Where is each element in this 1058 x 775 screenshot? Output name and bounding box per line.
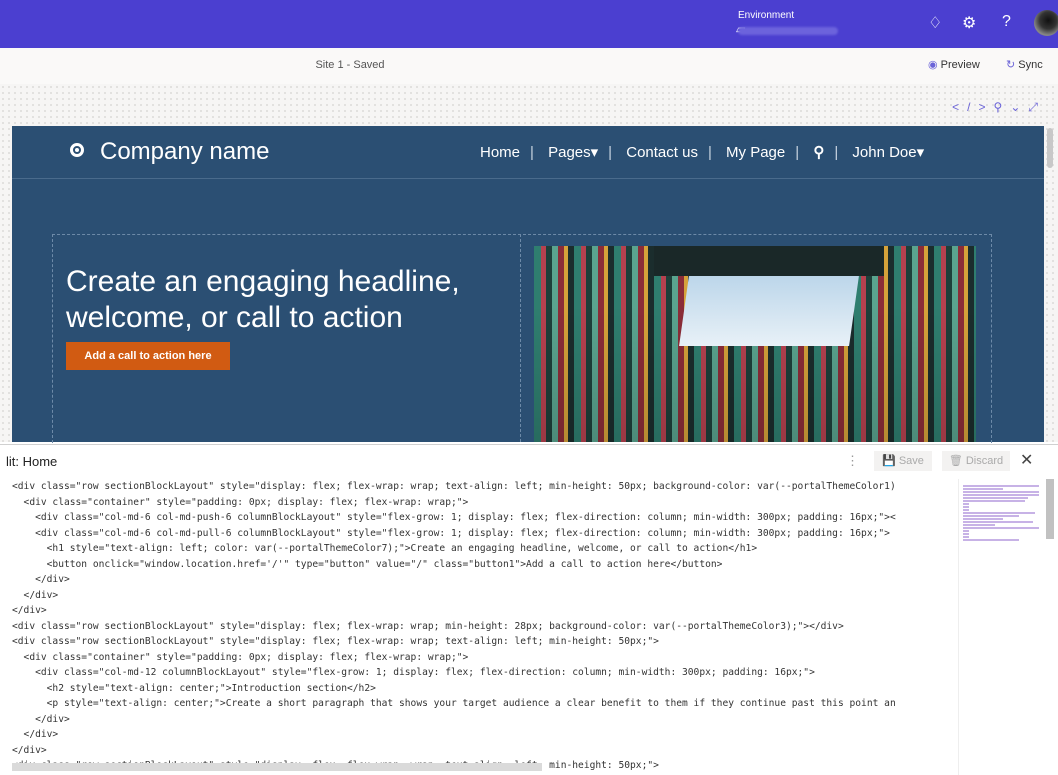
code-line[interactable]: <div class="col-md-12 columnBlockLayout"… xyxy=(12,665,956,681)
sync-button[interactable]: ↻ Sync xyxy=(1006,58,1043,71)
site-navbar: Company name Home | Pages▾ | Contact us | M… xyxy=(12,126,1044,179)
sync-icon: ↻ xyxy=(1006,59,1016,71)
top-bar: ▱ Environment ♢ ⚙ ? xyxy=(0,0,1058,48)
search-icon[interactable]: ⚲ xyxy=(813,144,824,161)
minimap-line xyxy=(963,494,1039,496)
editor-header: lit: Home ⋮ 💾 Save 🗑 Discard ✕ xyxy=(0,445,1058,477)
minimap-line xyxy=(963,533,969,535)
company-name[interactable]: Company name xyxy=(100,138,269,166)
chevron-down-icon[interactable]: ⌄ xyxy=(1010,100,1028,114)
code-line[interactable]: </div> xyxy=(12,588,956,604)
editor-horizontal-scrollbar[interactable] xyxy=(12,763,542,771)
minimap-line xyxy=(963,521,1033,523)
preview-button[interactable]: ◉ Preview xyxy=(928,58,980,71)
code-line[interactable]: <p style="text-align: center;">Create a … xyxy=(12,696,956,712)
nav-home[interactable]: Home xyxy=(480,144,520,161)
minimap-line xyxy=(963,485,1039,487)
help-icon[interactable]: ? xyxy=(1002,13,1011,31)
editor-vertical-scrollbar[interactable] xyxy=(1046,479,1054,539)
save-icon: 💾 xyxy=(882,455,896,467)
code-minimap[interactable] xyxy=(958,479,1043,775)
minimap-line xyxy=(963,524,995,526)
minimap-line xyxy=(963,488,1003,490)
code-line[interactable]: </div> xyxy=(12,712,956,728)
image-sky xyxy=(679,276,859,346)
gear-icon[interactable]: ⚙ xyxy=(962,13,976,33)
bell-icon[interactable]: ♢ xyxy=(928,13,942,33)
code-line[interactable]: <div class="col-md-6 col-md-push-6 colum… xyxy=(12,510,956,526)
code-line[interactable]: <div class="col-md-6 col-md-pull-6 colum… xyxy=(12,526,956,542)
site-status: Site 1 - Saved xyxy=(315,59,385,71)
minimap-line xyxy=(963,491,1039,493)
minimap-line xyxy=(963,536,969,538)
minimap-line xyxy=(963,500,1025,502)
sync-label: Sync xyxy=(1018,59,1043,71)
minimap-line xyxy=(963,509,969,511)
code-line[interactable]: </div> xyxy=(12,603,956,619)
command-bar: Site 1 - Saved ◉ Preview ↻ Sync xyxy=(0,48,1058,85)
code-line[interactable]: <div class="row sectionBlockLayout" styl… xyxy=(12,634,956,650)
avatar[interactable] xyxy=(1034,10,1058,36)
code-line[interactable]: <div class="row sectionBlockLayout" styl… xyxy=(12,619,956,635)
editor-title: lit: Home xyxy=(6,454,58,469)
minimap-line xyxy=(963,518,1003,520)
close-icon[interactable]: ✕ xyxy=(1020,450,1033,470)
hero-column-divider xyxy=(520,234,521,442)
code-line[interactable]: <div class="container" style="padding: 0… xyxy=(12,650,956,666)
nav-user-menu[interactable]: John Doe▾ xyxy=(852,144,924,161)
environment-selector[interactable]: Environment xyxy=(738,10,838,35)
code-line[interactable]: </div> xyxy=(12,572,956,588)
environment-name-blurred xyxy=(738,27,838,35)
code-line[interactable]: <div class="row sectionBlockLayout" styl… xyxy=(12,479,956,495)
site-menu: Home | Pages▾ | Contact us | My Page | ⚲ | Jo… xyxy=(480,144,925,161)
code-line[interactable]: <div class="container" style="padding: 0… xyxy=(12,495,956,511)
code-text[interactable]: <div class="row sectionBlockLayout" styl… xyxy=(12,479,956,775)
more-options-icon[interactable]: ⋮ xyxy=(846,453,859,469)
cta-button[interactable]: Add a call to action here xyxy=(66,342,230,370)
minimap-line xyxy=(963,503,969,505)
save-label: Save xyxy=(898,455,924,467)
discard-button[interactable]: 🗑 Discard xyxy=(942,451,1010,471)
expand-icon[interactable]: ⤢ xyxy=(1028,100,1046,114)
nav-contact-us[interactable]: Contact us xyxy=(626,144,698,161)
hero-image[interactable] xyxy=(534,246,976,442)
code-view-icon[interactable]: </> xyxy=(952,100,993,114)
save-button[interactable]: 💾 Save xyxy=(874,451,932,471)
nav-my-page[interactable]: My Page xyxy=(726,144,785,161)
code-line[interactable]: <button onclick="window.location.href='/… xyxy=(12,557,956,573)
code-line[interactable]: <h1 style="text-align: left; color: var(… xyxy=(12,541,956,557)
hero-headline[interactable]: Create an engaging headline, welcome, or… xyxy=(66,264,506,336)
company-logo-icon xyxy=(70,143,84,157)
page-scrollbar[interactable] xyxy=(1047,128,1053,168)
code-line[interactable]: </div> xyxy=(12,727,956,743)
minimap-line xyxy=(963,530,969,532)
nav-pages[interactable]: Pages▾ xyxy=(548,144,598,161)
minimap-line xyxy=(963,506,969,508)
code-editor-panel: lit: Home ⋮ 💾 Save 🗑 Discard ✕ <div clas… xyxy=(0,444,1058,775)
code-line[interactable]: </div> xyxy=(12,743,956,759)
canvas-tools: </>⚲⌄⤢ xyxy=(952,100,1046,115)
environment-label: Environment xyxy=(738,10,795,21)
preview-label: Preview xyxy=(940,59,980,71)
minimap-line xyxy=(963,527,1039,529)
eye-icon: ◉ xyxy=(928,59,938,71)
minimap-line xyxy=(963,512,1035,514)
minimap-line xyxy=(963,497,1028,499)
code-line[interactable]: <h2 style="text-align: center;">Introduc… xyxy=(12,681,956,697)
discard-label: Discard xyxy=(965,455,1004,467)
minimap-line xyxy=(963,539,1019,541)
trash-icon: 🗑 xyxy=(948,455,963,467)
zoom-icon[interactable]: ⚲ xyxy=(994,100,1011,114)
image-frame xyxy=(654,246,884,276)
minimap-line xyxy=(963,515,1019,517)
